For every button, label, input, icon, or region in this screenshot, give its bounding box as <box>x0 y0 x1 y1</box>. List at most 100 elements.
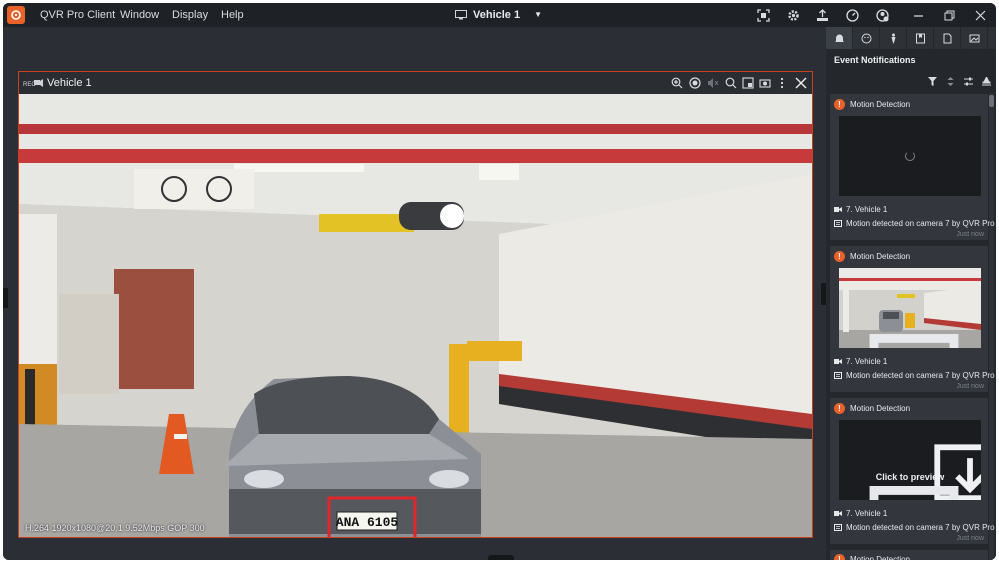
warning-icon: ! <box>834 98 845 110</box>
warning-icon: ! <box>834 250 845 262</box>
event-camera-label: 7. Vehicle 1 <box>846 357 888 366</box>
speedometer-icon[interactable] <box>844 7 860 23</box>
video-title: Vehicle 1 <box>47 77 92 89</box>
event-scrollbar[interactable] <box>989 93 994 560</box>
event-message-label: Motion detected on camera 7 by QVR Pro <box>846 523 995 532</box>
monitor-icon <box>455 10 467 20</box>
fullscreen-icon[interactable] <box>755 7 771 23</box>
event-camera: 7. Vehicle 1 <box>834 205 887 214</box>
click-to-preview-button[interactable]: Click to preview <box>839 420 981 500</box>
close-video-icon[interactable] <box>794 76 808 90</box>
event-card[interactable]: ! Motion Detection Click to preview 7. V… <box>830 398 995 544</box>
camera-feed[interactable]: ANA 6105 H.264 1920x1080@20.1 9.52Mbps G… <box>19 94 812 537</box>
bell-icon <box>834 34 844 42</box>
notes-icon <box>943 33 951 43</box>
settings-sliders-icon[interactable] <box>962 75 974 87</box>
event-type: Motion Detection <box>850 554 911 561</box>
restore-icon[interactable] <box>941 7 957 23</box>
video-panel[interactable]: REC Vehicle 1 ANA 6105 H.264 1920x1080@2… <box>18 71 813 538</box>
tab-gallery[interactable] <box>961 27 988 49</box>
face-icon <box>861 33 871 43</box>
image-icon <box>869 486 959 500</box>
chevron-down-icon: ▼ <box>534 10 543 19</box>
mute-icon[interactable] <box>706 76 720 90</box>
event-message: Motion detected on camera 7 by QVR Pro <box>834 371 995 380</box>
tab-notes[interactable] <box>934 27 961 49</box>
layout-selector[interactable]: Vehicle 1 ▼ <box>455 3 542 27</box>
search-icon[interactable] <box>724 76 738 90</box>
filter-icon[interactable] <box>926 75 938 87</box>
sidebar-tabs <box>826 27 996 49</box>
record-icon[interactable] <box>688 76 702 90</box>
event-thumbnail[interactable] <box>839 116 981 196</box>
menu-help[interactable]: Help <box>221 3 244 27</box>
event-message: Motion detected on camera 7 by QVR Pro <box>834 523 995 532</box>
event-filter-bar <box>926 75 992 89</box>
event-message-label: Motion detected on camera 7 by QVR Pro <box>846 219 995 228</box>
event-message: Motion detected on camera 7 by QVR Pro <box>834 219 995 228</box>
app-name: QVR Pro Client <box>40 9 116 21</box>
app-logo-icon[interactable] <box>7 6 25 24</box>
event-time: Just now <box>956 231 984 238</box>
video-camera-icon <box>834 359 842 364</box>
sort-icon[interactable] <box>944 75 956 87</box>
tab-notifications[interactable] <box>826 27 853 49</box>
tab-person[interactable] <box>880 27 907 49</box>
event-time: Just now <box>956 383 984 390</box>
event-card[interactable]: ! Motion Detection <box>830 246 995 392</box>
loading-spinner-icon <box>905 151 915 161</box>
event-card-header: ! Motion Detection <box>834 250 910 262</box>
message-icon <box>834 220 842 227</box>
snapshot-icon[interactable] <box>758 76 772 90</box>
message-icon <box>834 524 842 531</box>
video-camera-icon <box>834 511 842 516</box>
more-options-icon[interactable] <box>775 76 789 90</box>
video-header: REC Vehicle 1 <box>19 72 812 94</box>
person-icon <box>891 33 895 44</box>
tab-bookmark[interactable] <box>907 27 934 49</box>
event-type: Motion Detection <box>850 403 911 413</box>
event-thumbnail[interactable] <box>839 268 981 348</box>
warning-icon: ! <box>834 402 845 414</box>
upload-icon[interactable] <box>814 7 830 23</box>
gear-icon[interactable] <box>785 7 801 23</box>
zoom-in-icon[interactable] <box>670 76 684 90</box>
close-icon[interactable] <box>972 7 988 23</box>
event-time: Just now <box>956 535 984 542</box>
bottom-panel-toggle[interactable] <box>488 555 514 560</box>
live-view-area: REC Vehicle 1 ANA 6105 H.264 1920x1080@2… <box>3 27 823 560</box>
event-camera-label: 7. Vehicle 1 <box>846 509 888 518</box>
event-type: Motion Detection <box>850 251 911 261</box>
event-camera: 7. Vehicle 1 <box>834 357 887 366</box>
minimize-icon[interactable] <box>910 7 926 23</box>
bookmark-icon <box>915 33 925 43</box>
tab-face[interactable] <box>853 27 880 49</box>
app-window: QVR Pro Client Window Display Help Vehic… <box>3 3 996 560</box>
event-card-header: ! Motion Detection <box>834 553 910 560</box>
event-message-label: Motion detected on camera 7 by QVR Pro <box>846 371 995 380</box>
camera-status-icon: REC <box>23 79 43 88</box>
warning-icon: ! <box>834 553 845 560</box>
preview-label: Click to preview <box>875 472 945 482</box>
event-type: Motion Detection <box>850 99 911 109</box>
event-camera-label: 7. Vehicle 1 <box>846 205 888 214</box>
left-panel-toggle[interactable] <box>3 288 8 308</box>
image-icon <box>869 334 959 348</box>
menu-display[interactable]: Display <box>172 3 208 27</box>
menu-window[interactable]: Window <box>120 3 159 27</box>
stream-info: H.264 1920x1080@20.1 9.52Mbps GOP 300 <box>25 523 205 533</box>
event-card[interactable]: ! Motion Detection 7. Vehicle 1 Motion d… <box>830 94 995 240</box>
event-camera: 7. Vehicle 1 <box>834 509 887 518</box>
user-account-icon[interactable] <box>874 7 890 23</box>
layout-title: Vehicle 1 <box>473 9 521 21</box>
pip-icon[interactable] <box>741 76 755 90</box>
license-plate-text: ANA 6105 <box>336 515 399 530</box>
event-card[interactable]: ! Motion Detection <box>830 550 988 560</box>
clear-all-icon[interactable] <box>980 75 992 87</box>
scroll-thumb[interactable] <box>989 95 994 107</box>
gallery-icon <box>969 34 979 42</box>
video-camera-icon <box>834 207 842 212</box>
event-notifications-heading: Event Notifications <box>834 55 916 65</box>
event-card-header: ! Motion Detection <box>834 402 910 414</box>
title-bar: QVR Pro Client Window Display Help Vehic… <box>3 3 996 27</box>
